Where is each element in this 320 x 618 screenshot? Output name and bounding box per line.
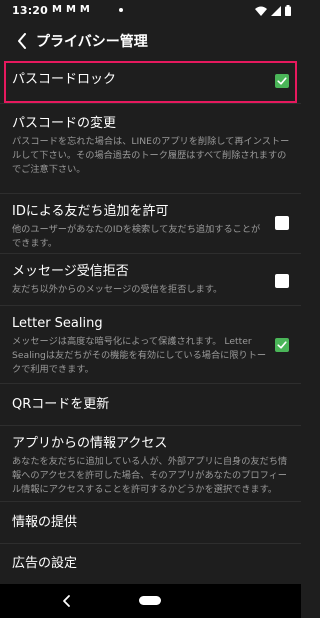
setting-description: あなたを友だちに追加している人が、外部アプリに自身の友だち情報へのアクセスを許可… bbox=[12, 456, 288, 495]
setting-description: 友だち以外からのメッセージの受信を拒否します。 bbox=[12, 284, 223, 295]
signal-icon bbox=[271, 5, 281, 16]
setting-title: パスコードロック bbox=[12, 72, 117, 87]
wifi-icon bbox=[255, 6, 267, 16]
setting-description: メッセージは高度な暗号化によって保護されます。 Letter Sealingは友… bbox=[12, 336, 267, 375]
setting-title: QRコードを更新 bbox=[12, 397, 110, 412]
setting-ad-settings[interactable]: 広告の設定 bbox=[0, 544, 301, 584]
gmail-icon: M bbox=[79, 4, 90, 15]
setting-change-passcode[interactable]: パスコードの変更 パスコードを忘れた場合は、LINEのアプリを削除して再インスト… bbox=[0, 104, 301, 194]
status-bar: 13:20 M M M bbox=[0, 0, 301, 22]
setting-title: 広告の設定 bbox=[12, 556, 78, 571]
navigation-bar bbox=[0, 584, 301, 618]
notification-icons: M M M bbox=[52, 4, 90, 15]
setting-message-reject[interactable]: メッセージ受信拒否 友だち以外からのメッセージの受信を拒否します。 bbox=[0, 254, 301, 306]
status-time: 13:20 bbox=[12, 4, 49, 17]
gmail-icon: M bbox=[52, 4, 62, 15]
more-notifications-dot bbox=[119, 8, 123, 12]
setting-info-provision[interactable]: 情報の提供 bbox=[0, 502, 301, 544]
allow-id-add-checkbox[interactable] bbox=[275, 216, 289, 230]
settings-list: パスコードロック パスコードの変更 パスコードを忘れた場合は、LINEのアプリを… bbox=[0, 60, 301, 584]
setting-refresh-qr[interactable]: QRコードを更新 bbox=[0, 384, 301, 426]
letter-sealing-checkbox[interactable] bbox=[275, 338, 289, 352]
setting-title: IDによる友だち追加を許可 bbox=[12, 204, 169, 219]
check-icon bbox=[277, 77, 287, 85]
message-reject-checkbox[interactable] bbox=[275, 274, 289, 288]
setting-title: パスコードの変更 bbox=[12, 116, 117, 131]
check-icon bbox=[277, 341, 287, 349]
setting-title: アプリからの情報アクセス bbox=[12, 436, 168, 451]
setting-description: パスコードを忘れた場合は、LINEのアプリを削除して再インストールして下さい。そ… bbox=[12, 136, 290, 175]
setting-description: 他のユーザーがあなたのIDを検索して友だち追加することができます。 bbox=[12, 224, 261, 249]
setting-title: 情報の提供 bbox=[12, 515, 78, 530]
setting-allow-id-add[interactable]: IDによる友だち追加を許可 他のユーザーがあなたのIDを検索して友だち追加するこ… bbox=[0, 194, 301, 254]
system-icons bbox=[255, 5, 291, 16]
chevron-left-icon bbox=[63, 595, 70, 607]
passcode-lock-checkbox[interactable] bbox=[275, 74, 289, 88]
chevron-left-icon bbox=[18, 33, 26, 49]
setting-letter-sealing[interactable]: Letter Sealing メッセージは高度な暗号化によって保護されます。 L… bbox=[0, 306, 301, 384]
nav-home-pill[interactable] bbox=[139, 596, 161, 605]
setting-title: Letter Sealing bbox=[12, 316, 103, 331]
back-button[interactable] bbox=[12, 30, 32, 52]
nav-back-button[interactable] bbox=[60, 592, 74, 610]
app-bar: プライバシー管理 bbox=[0, 22, 301, 60]
battery-icon bbox=[285, 5, 291, 16]
gmail-icon: M bbox=[65, 4, 76, 15]
setting-title: メッセージ受信拒否 bbox=[12, 264, 129, 279]
setting-passcode-lock[interactable]: パスコードロック bbox=[0, 60, 301, 104]
page-title: プライバシー管理 bbox=[36, 34, 148, 50]
setting-app-info-access[interactable]: アプリからの情報アクセス あなたを友だちに追加している人が、外部アプリに自身の友… bbox=[0, 426, 301, 502]
